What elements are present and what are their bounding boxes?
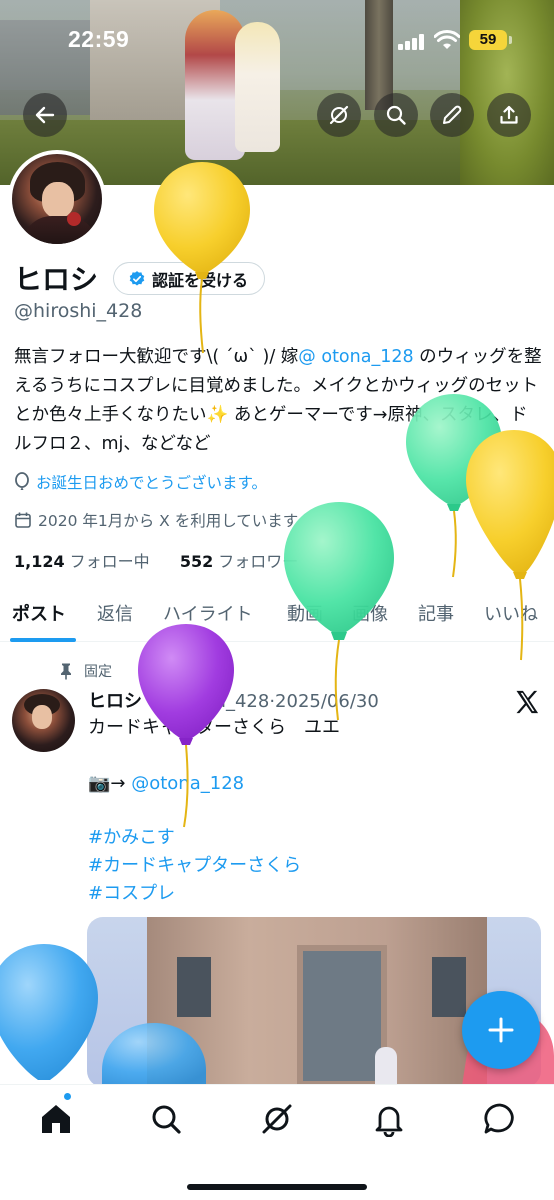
tab-articles[interactable]: 記事 <box>418 600 454 626</box>
active-tab-indicator <box>10 638 76 642</box>
tab-posts[interactable]: ポスト <box>12 600 66 626</box>
joined-date: 2020 年1月から X を利用しています <box>14 509 298 531</box>
wifi-icon <box>434 30 460 49</box>
edit-icon <box>443 105 462 124</box>
grok-button[interactable] <box>317 93 361 137</box>
blue-balloon <box>102 1023 206 1086</box>
following-link[interactable]: 1,124 フォロー中 <box>14 552 150 571</box>
back-arrow-icon <box>35 106 55 124</box>
purple-balloon <box>138 624 234 828</box>
camera-emoji-text: 📷→ <box>88 773 132 794</box>
grok-icon[interactable] <box>259 1101 295 1137</box>
hashtag-link[interactable]: #カードキャプターさくら <box>88 852 528 880</box>
compose-post-button[interactable] <box>462 991 540 1069</box>
hashtag-link[interactable]: #コスプレ <box>88 880 528 908</box>
green-balloon <box>284 502 394 721</box>
edit-profile-button[interactable] <box>430 93 474 137</box>
tab-replies[interactable]: 返信 <box>97 600 133 626</box>
profile-avatar[interactable] <box>8 150 106 248</box>
yellow-balloon <box>154 162 250 354</box>
search-icon <box>386 105 406 125</box>
messages-icon[interactable] <box>482 1101 518 1137</box>
profile-name: ヒロシ <box>14 263 99 296</box>
balloon-icon <box>15 472 29 490</box>
profile-handle: @hiroshi_428 <box>14 300 143 322</box>
pin-icon <box>61 663 71 680</box>
blue-balloon <box>0 944 98 1080</box>
following-count: 1,124 <box>14 552 65 571</box>
bottom-navigation <box>0 1084 554 1200</box>
verified-badge-icon <box>129 270 145 286</box>
cellular-signal-icon <box>398 34 426 50</box>
home-icon[interactable] <box>38 1101 74 1137</box>
battery-indicator: 59 <box>469 30 507 50</box>
share-icon <box>500 105 518 124</box>
bio-mention-link[interactable]: @ otona_128 <box>298 347 413 367</box>
home-unread-dot <box>64 1093 71 1100</box>
birthday-message[interactable]: お誕生日おめでとうございます。 <box>14 471 267 493</box>
home-indicator-bar <box>187 1184 367 1190</box>
pinned-indicator: 固定 <box>58 661 112 681</box>
search-profile-button[interactable] <box>374 93 418 137</box>
joined-text: 2020 年1月から X を利用しています <box>38 512 299 530</box>
grok-icon <box>329 105 349 125</box>
followers-count: 552 <box>179 552 214 571</box>
bell-icon[interactable] <box>371 1101 407 1137</box>
birthday-text: お誕生日おめでとうございます。 <box>36 474 267 492</box>
pinned-label: 固定 <box>84 664 112 680</box>
calendar-icon <box>15 512 31 528</box>
share-button[interactable] <box>487 93 531 137</box>
post-author-avatar[interactable] <box>12 689 75 752</box>
status-time: 22:59 <box>68 26 130 52</box>
back-button[interactable] <box>23 93 67 137</box>
follow-stats: 1,124 フォロー中 552 フォロワー <box>14 548 298 572</box>
search-icon[interactable] <box>148 1101 184 1137</box>
sparkle-emoji: ✨ <box>206 405 229 425</box>
following-label: フォロー中 <box>69 552 150 571</box>
status-bar: 22:59 59 <box>0 26 554 56</box>
x-logo-icon[interactable] <box>513 688 541 716</box>
yellow-balloon <box>466 430 554 661</box>
plus-icon <box>488 1017 514 1043</box>
